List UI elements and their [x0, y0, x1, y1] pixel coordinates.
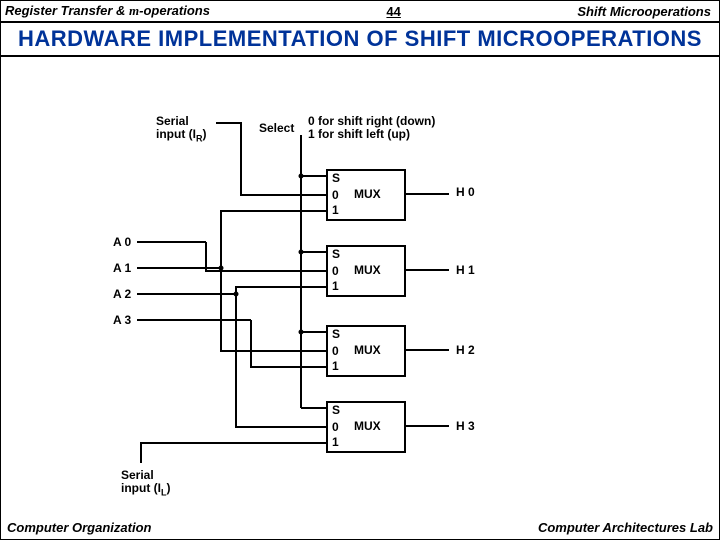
top-bar: Register Transfer & m-operations 44 Shif…: [1, 1, 719, 19]
header-left-a: Register Transfer &: [5, 3, 129, 18]
footer-right: Computer Architectures Lab: [538, 520, 713, 535]
footer-left: Computer Organization: [7, 520, 151, 535]
header-right: Shift Microoperations: [577, 4, 711, 19]
header-left-b: -operations: [139, 3, 210, 18]
page-number: 44: [386, 4, 400, 19]
mu-glyph: m: [129, 3, 139, 18]
wiring-svg: [1, 63, 720, 523]
bottom-bar: Computer Organization Computer Architect…: [1, 520, 719, 535]
rule-mid: [1, 55, 719, 57]
slide: Register Transfer & m-operations 44 Shif…: [0, 0, 720, 540]
header-left: Register Transfer & m-operations: [5, 3, 210, 19]
page-title: HARDWARE IMPLEMENTATION OF SHIFT MICROOP…: [1, 23, 719, 55]
diagram-canvas: S 0 1 MUX S 0 1 MUX S 0 1 MUX S 0 1 MUX …: [1, 63, 720, 523]
